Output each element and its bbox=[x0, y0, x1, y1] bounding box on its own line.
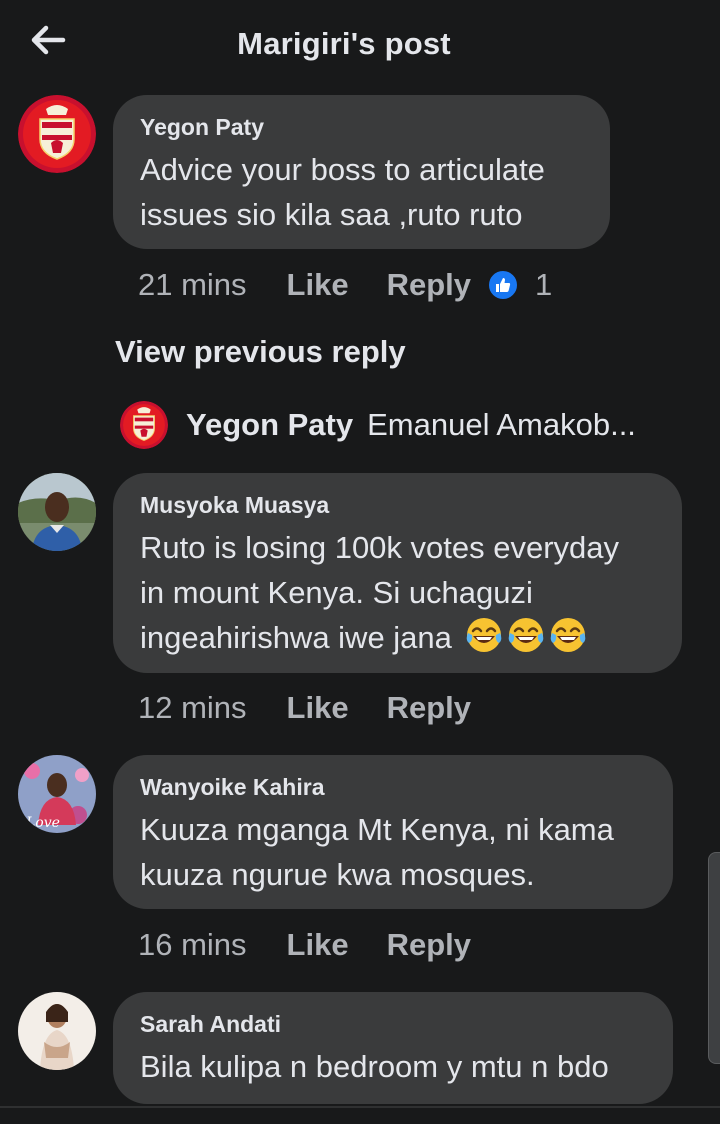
comment-text: Advice your boss to articulate issues si… bbox=[140, 147, 582, 237]
man-photo-icon bbox=[18, 473, 96, 551]
comment-actions: 12 mins Like Reply bbox=[138, 688, 509, 728]
like-button[interactable]: Like bbox=[287, 267, 349, 303]
woman-photo-icon bbox=[18, 992, 96, 1070]
love-photo-icon: Love bbox=[18, 755, 96, 833]
comment-actions: 21 mins Like Reply 1 bbox=[138, 265, 552, 305]
reply-author: Yegon Paty bbox=[186, 407, 354, 442]
svg-text:Love: Love bbox=[25, 815, 60, 831]
reply-button[interactable]: Reply bbox=[387, 690, 471, 726]
comment-author[interactable]: Sarah Andati bbox=[140, 1010, 645, 1038]
comment-text-line: Advice your boss to articulate bbox=[140, 152, 545, 187]
thumbs-up-icon[interactable] bbox=[487, 269, 519, 301]
comment-author[interactable]: Wanyoike Kahira bbox=[140, 773, 645, 801]
comment-timestamp[interactable]: 16 mins bbox=[138, 927, 247, 963]
liverpool-crest-icon bbox=[120, 401, 168, 449]
bottom-divider bbox=[0, 1106, 720, 1108]
page-title: Marigiri's post bbox=[237, 26, 451, 61]
laughing-emoji-icon bbox=[508, 618, 543, 652]
comment-actions: 16 mins Like Reply bbox=[138, 925, 509, 965]
reply-text: Emanuel Amakob... bbox=[367, 407, 636, 442]
avatar bbox=[120, 401, 168, 449]
comment-timestamp[interactable]: 12 mins bbox=[138, 690, 247, 726]
comment-text-line: Bila kulipa n bedroom y mtu n bdo bbox=[140, 1049, 609, 1084]
liverpool-crest-icon bbox=[18, 95, 96, 173]
comment-text-line: Ruto is losing 100k votes everyday bbox=[140, 530, 620, 565]
comment-text-line: ingeahirishwa iwe jana bbox=[140, 615, 654, 660]
header-bar: Marigiri's post bbox=[0, 0, 720, 90]
avatar[interactable]: Love bbox=[18, 755, 96, 833]
reply-preview[interactable]: Yegon Paty Emanuel Amakob... bbox=[120, 400, 636, 450]
comment-author[interactable]: Yegon Paty bbox=[140, 113, 582, 141]
comment-text: Bila kulipa n bedroom y mtu n bdo bbox=[140, 1044, 645, 1089]
like-button[interactable]: Like bbox=[287, 690, 349, 726]
comment-bubble[interactable]: Sarah Andati Bila kulipa n bedroom y mtu… bbox=[113, 992, 673, 1104]
view-previous-reply-link[interactable]: View previous reply bbox=[115, 334, 406, 370]
laughing-emoji-icon bbox=[550, 618, 585, 652]
reaction-count[interactable]: 1 bbox=[535, 267, 552, 303]
avatar[interactable] bbox=[18, 95, 96, 173]
laughing-emoji-icon bbox=[466, 618, 501, 652]
scrollbar-thumb[interactable] bbox=[708, 852, 720, 1064]
comment-text-line: kuuza ngurue kwa mosques. bbox=[140, 857, 535, 892]
comment-bubble[interactable]: Wanyoike Kahira Kuuza mganga Mt Kenya, n… bbox=[113, 755, 673, 909]
comment-text-line: in mount Kenya. Si uchaguzi bbox=[140, 575, 533, 610]
reply-button[interactable]: Reply bbox=[387, 267, 471, 303]
comment-author[interactable]: Musyoka Muasya bbox=[140, 491, 654, 519]
avatar[interactable] bbox=[18, 473, 96, 551]
comment-text-span: ingeahirishwa iwe jana bbox=[140, 620, 452, 655]
comment-text-line: Kuuza mganga Mt Kenya, ni kama bbox=[140, 812, 614, 847]
comment-text-line: issues sio kila saa ,ruto ruto bbox=[140, 197, 523, 232]
comment-bubble[interactable]: Yegon Paty Advice your boss to articulat… bbox=[113, 95, 610, 249]
comment-timestamp[interactable]: 21 mins bbox=[138, 267, 247, 303]
avatar[interactable] bbox=[18, 992, 96, 1070]
post-comments-screen: Marigiri's post Yegon Paty Advice your b… bbox=[0, 0, 720, 1124]
reply-button[interactable]: Reply bbox=[387, 927, 471, 963]
comment-text: Ruto is losing 100k votes everyday in mo… bbox=[140, 525, 654, 660]
like-button[interactable]: Like bbox=[287, 927, 349, 963]
comment-text: Kuuza mganga Mt Kenya, ni kama kuuza ngu… bbox=[140, 807, 645, 897]
comment-bubble[interactable]: Musyoka Muasya Ruto is losing 100k votes… bbox=[113, 473, 682, 673]
